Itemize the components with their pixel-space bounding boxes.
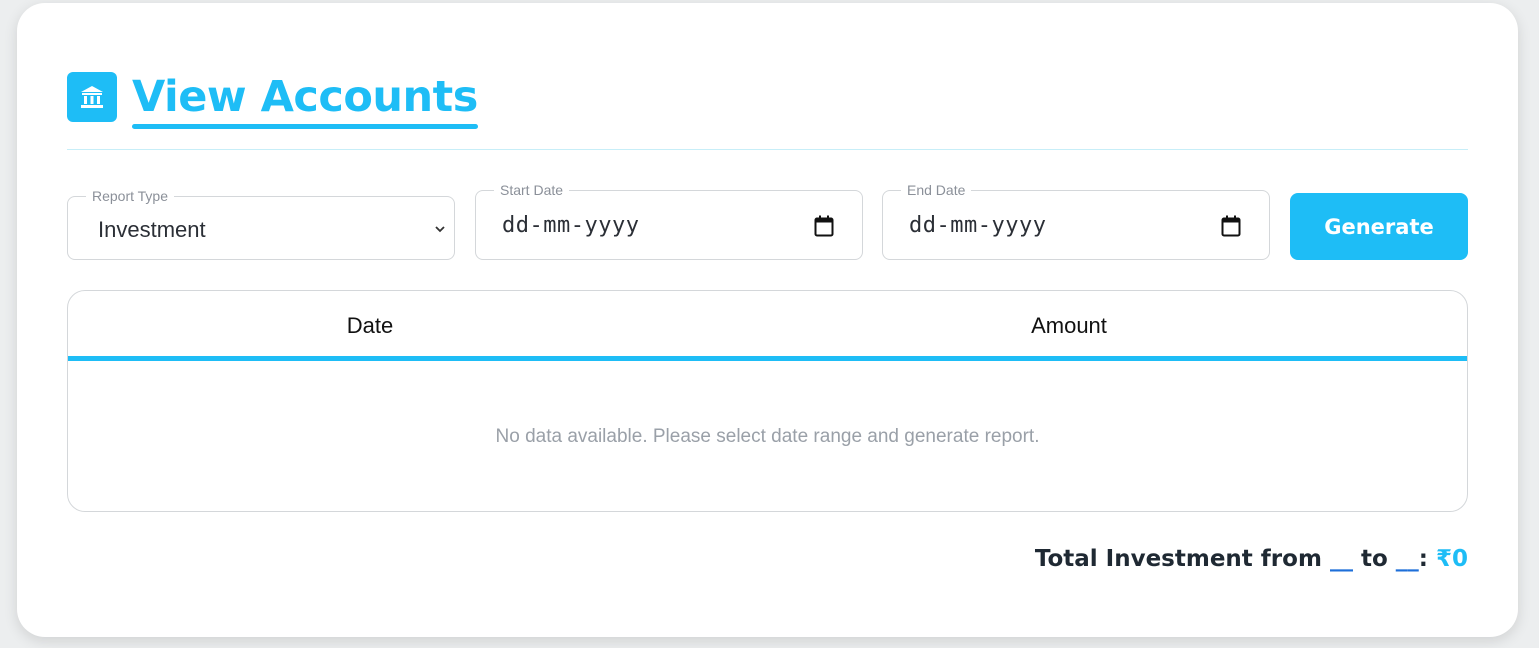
calendar-icon[interactable] <box>1221 215 1241 237</box>
report-type-select[interactable]: Report Type Investment <box>67 187 455 260</box>
view-accounts-card: View Accounts Report Type Investment Sta… <box>17 3 1518 637</box>
end-date-placeholder: dd-mm-yyyy <box>909 213 1047 238</box>
total-from-date: __ <box>1329 546 1353 572</box>
generate-button[interactable]: Generate <box>1290 193 1468 260</box>
page-title-wrap: View Accounts <box>132 71 478 129</box>
report-type-label: Report Type <box>86 187 175 205</box>
total-connector: to <box>1360 546 1388 572</box>
total-amount: ₹0 <box>1435 546 1468 572</box>
page-header: View Accounts <box>67 71 478 129</box>
empty-state-message: No data available. Please select date ra… <box>495 426 1040 447</box>
total-prefix: Total Investment from <box>1034 546 1322 572</box>
start-date-placeholder: dd-mm-yyyy <box>502 213 640 238</box>
total-summary: Total Investment from __ to __: ₹0 <box>1035 546 1468 572</box>
calendar-icon[interactable] <box>814 215 834 237</box>
total-to-date: __ <box>1395 546 1419 572</box>
column-header-amount[interactable]: Amount <box>1031 313 1107 339</box>
report-type-value: Investment <box>98 217 206 242</box>
page-title: View Accounts <box>132 72 478 122</box>
report-table: Date Amount No data available. Please se… <box>67 290 1468 512</box>
column-header-date[interactable]: Date <box>347 313 393 339</box>
end-date-input[interactable]: End Date dd-mm-yyyy <box>882 181 1270 260</box>
total-colon: : <box>1418 546 1428 572</box>
start-date-input[interactable]: Start Date dd-mm-yyyy <box>475 181 863 260</box>
table-header: Date Amount <box>68 291 1467 361</box>
start-date-label: Start Date <box>494 181 570 199</box>
header-divider <box>67 149 1468 150</box>
bank-icon <box>67 72 117 122</box>
chevron-down-icon <box>435 226 445 233</box>
end-date-label: End Date <box>901 181 972 199</box>
title-underline <box>132 124 478 129</box>
